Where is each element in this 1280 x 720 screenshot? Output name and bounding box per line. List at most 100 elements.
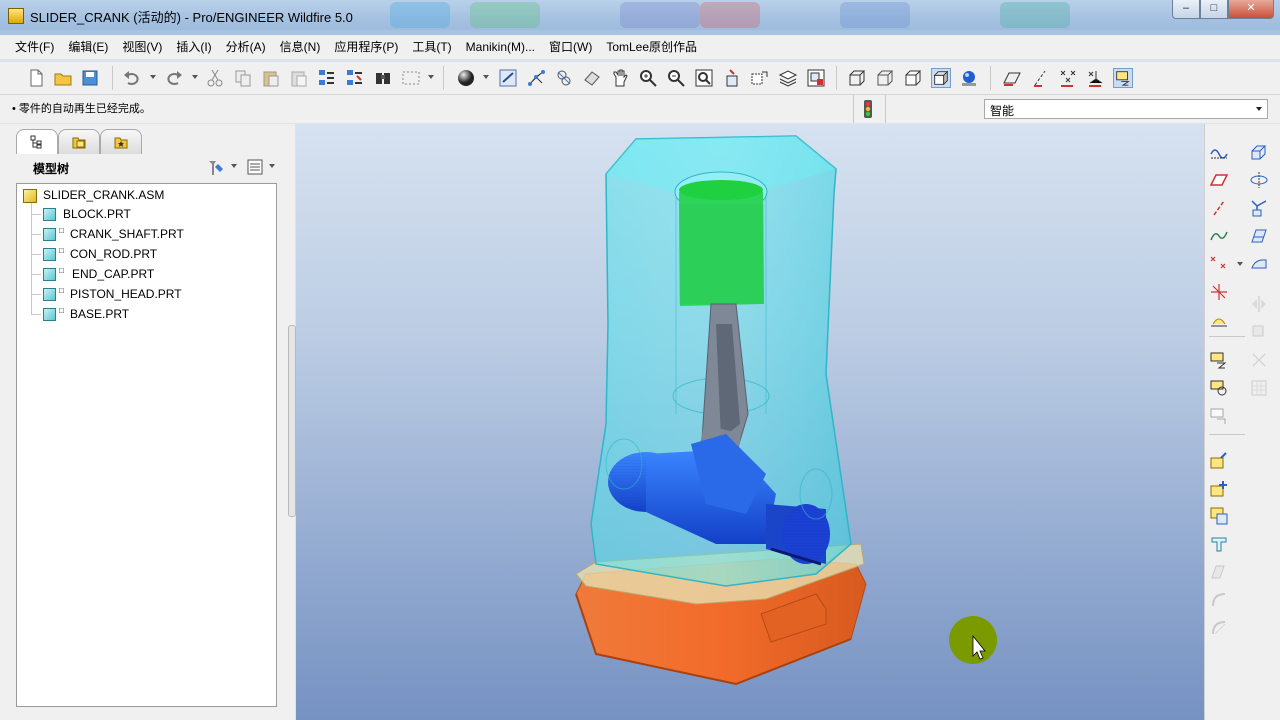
csys-toggle-icon[interactable] [1086, 68, 1106, 88]
minimize-button[interactable]: – [1172, 0, 1200, 19]
menu-manikin[interactable]: Manikin(M)... [459, 35, 542, 59]
pan-icon[interactable] [610, 68, 630, 88]
status-message: • 零件的自动再生已经完成。 [12, 103, 151, 115]
selection-filter-dropdown[interactable]: 智能 [984, 99, 1268, 119]
copy-icon[interactable] [233, 68, 253, 88]
axis-display-icon[interactable] [1030, 68, 1050, 88]
zoom-in-icon[interactable] [638, 68, 658, 88]
redo-dropdown[interactable] [192, 75, 198, 79]
close-button[interactable]: ✕ [1228, 0, 1274, 19]
plane-display-icon[interactable] [1002, 68, 1022, 88]
undo-dropdown[interactable] [150, 75, 156, 79]
main-toolbar [0, 62, 1280, 95]
create-component-icon[interactable] [1209, 506, 1229, 526]
feature-toolbar [1204, 124, 1280, 720]
tree-settings-icon[interactable] [206, 158, 226, 178]
analysis-icon[interactable] [1209, 310, 1229, 330]
zoom-out-icon[interactable] [666, 68, 686, 88]
find-icon[interactable] [373, 68, 393, 88]
constraint-marker-icon: □ [59, 246, 64, 255]
blend-icon[interactable] [1249, 226, 1269, 246]
sketched-curve-icon[interactable] [1209, 142, 1229, 162]
part-icon [43, 308, 56, 321]
datum-plane-icon[interactable] [1209, 170, 1229, 190]
select-box-icon[interactable] [401, 68, 421, 88]
maximize-button[interactable]: □ [1200, 0, 1228, 19]
csys-display-icon[interactable] [526, 68, 546, 88]
round-icon [1212, 593, 1226, 607]
save-icon[interactable] [80, 68, 100, 88]
menu-insert[interactable]: 插入(I) [169, 35, 218, 59]
component-create-icon[interactable] [1209, 406, 1229, 426]
menu-window[interactable]: 窗口(W) [542, 35, 599, 59]
flexible-icon[interactable] [1209, 534, 1229, 554]
menu-file[interactable]: 文件(F) [8, 35, 61, 59]
paste-special-icon[interactable] [289, 68, 309, 88]
no-hidden-icon[interactable] [903, 68, 923, 88]
model-display-icon[interactable] [582, 68, 602, 88]
menu-info[interactable]: 信息(N) [273, 35, 328, 59]
refit-icon[interactable] [694, 68, 714, 88]
regen-manager-icon[interactable] [345, 68, 365, 88]
datum-point-icon[interactable] [1209, 254, 1229, 274]
tree-item-label: END_CAP.PRT [72, 267, 155, 281]
menu-tools[interactable]: 工具(T) [405, 35, 458, 59]
select-dropdown[interactable] [428, 75, 434, 79]
reorient-icon[interactable] [722, 68, 742, 88]
view-manager-icon[interactable] [806, 68, 826, 88]
tree-columns-dropdown[interactable] [269, 164, 275, 168]
tree-columns-icon[interactable] [246, 158, 264, 176]
boundary-blend-icon[interactable] [1249, 254, 1269, 274]
shading-dropdown[interactable] [483, 75, 489, 79]
assemble-icon[interactable] [1209, 450, 1229, 470]
tree-settings-dropdown[interactable] [231, 164, 237, 168]
enhanced-realism-icon[interactable] [959, 68, 979, 88]
point-dropdown[interactable] [1237, 262, 1243, 266]
new-icon[interactable] [26, 68, 46, 88]
shaded-icon[interactable] [931, 68, 951, 88]
component-place-icon[interactable] [1209, 378, 1229, 398]
assembly-model-render[interactable] [296, 124, 1204, 720]
datum-axis-icon[interactable] [1209, 198, 1229, 218]
layers-icon[interactable] [778, 68, 798, 88]
datum-curve-icon[interactable] [1209, 226, 1229, 246]
tree-connector [31, 314, 41, 315]
tab-model-tree[interactable] [16, 129, 58, 154]
panel-splitter[interactable] [288, 325, 296, 517]
saved-views-icon[interactable] [750, 68, 770, 88]
menu-edit[interactable]: 编辑(E) [61, 35, 115, 59]
datum-display-icon[interactable] [554, 68, 574, 88]
tab-favorites[interactable] [100, 129, 142, 154]
tree-item-label: BLOCK.PRT [63, 207, 131, 221]
point-display-icon[interactable] [1058, 68, 1078, 88]
toolbar-separator [443, 66, 444, 90]
annotation-display-icon[interactable] [1113, 68, 1133, 88]
graphics-window[interactable] [296, 124, 1204, 720]
wireframe-icon[interactable] [847, 68, 867, 88]
tab-folder-browser[interactable] [58, 129, 100, 154]
undo-icon[interactable] [122, 68, 142, 88]
annotation-icon[interactable] [1209, 350, 1229, 370]
extrude-icon[interactable] [1249, 142, 1269, 162]
app-icon[interactable] [8, 8, 24, 24]
hidden-line-icon[interactable] [875, 68, 895, 88]
redo-icon[interactable] [164, 68, 184, 88]
shading-sphere-icon[interactable] [456, 68, 476, 88]
sweep-icon[interactable] [1249, 198, 1269, 218]
menu-view[interactable]: 视图(V) [115, 35, 169, 59]
chevron-down-icon [1256, 107, 1262, 111]
constraint-marker-icon: □ [59, 286, 64, 295]
open-icon[interactable] [53, 68, 73, 88]
tree-connector [31, 234, 41, 235]
cut-icon[interactable] [205, 68, 225, 88]
menu-analysis[interactable]: 分析(A) [219, 35, 273, 59]
package-icon[interactable] [1209, 478, 1229, 498]
menu-applications[interactable]: 应用程序(P) [327, 35, 405, 59]
paste-icon[interactable] [261, 68, 281, 88]
spin-center-icon[interactable] [498, 68, 518, 88]
cut-out-icon [1251, 380, 1267, 396]
revolve-icon[interactable] [1249, 170, 1269, 190]
regenerate-icon[interactable] [317, 68, 337, 88]
datum-csys-icon[interactable] [1209, 282, 1229, 302]
menu-tomlee[interactable]: TomLee原创作品 [599, 35, 704, 59]
